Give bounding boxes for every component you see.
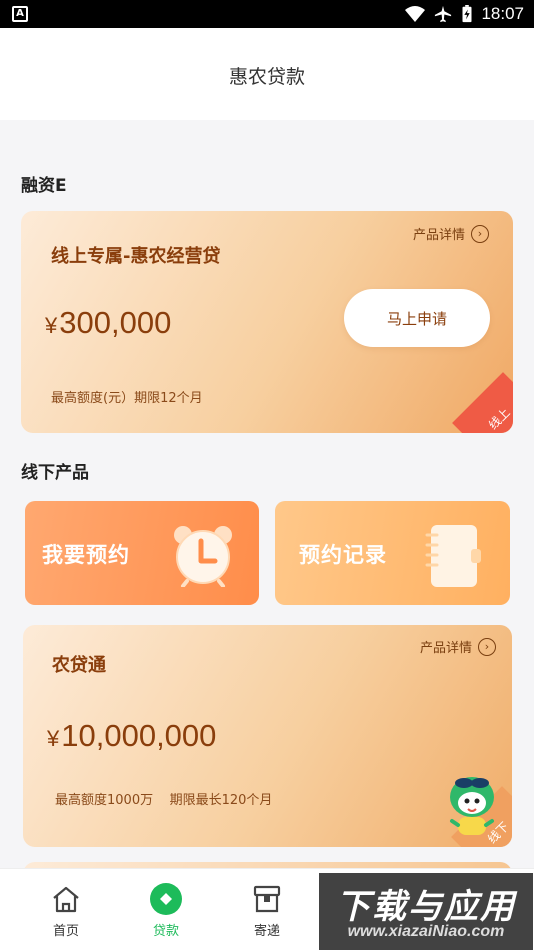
parcel-icon: [251, 883, 283, 915]
product-details-label: 产品详情: [419, 641, 472, 656]
chevron-right-icon: ›: [471, 224, 489, 243]
status-bar: A 18:07: [0, 0, 534, 28]
online-loan-card[interactable]: 产品详情 › 线上专属-惠农经营贷 ¥300,000 最高额度(元）期限12个月…: [21, 211, 513, 433]
battery-charging-icon: [462, 5, 472, 23]
book-appointment-label: 我要预约: [42, 543, 130, 567]
appointment-records-tile[interactable]: 预约记录: [275, 501, 510, 605]
chevron-right-icon: ›: [478, 637, 496, 656]
currency-symbol: ¥: [47, 726, 60, 751]
notification-a-icon: A: [12, 6, 28, 22]
nav-item-parcel[interactable]: 寄递: [232, 883, 302, 939]
app-header: 惠农贷款: [0, 28, 534, 120]
section-title-offline: 线下产品: [21, 463, 89, 483]
clock-time: 18:07: [481, 4, 524, 23]
online-loan-amount: ¥300,000: [45, 305, 171, 341]
home-icon: [50, 883, 82, 915]
alarm-clock-icon: [174, 526, 232, 587]
appointment-records-label: 预约记录: [299, 543, 387, 567]
status-icons: 18:07: [405, 0, 524, 28]
amount-value: 300,000: [59, 305, 172, 340]
offline-product-details-link[interactable]: 产品详情 ›: [420, 637, 496, 656]
online-product-details-link[interactable]: 产品详情 ›: [413, 224, 489, 243]
page-title: 惠农贷款: [228, 66, 305, 88]
nav-label-parcel: 寄递: [253, 924, 280, 939]
currency-symbol: ¥: [45, 313, 58, 338]
watermark-url: www.xiazaiNiao.com: [347, 923, 505, 940]
watermark-title: 下载与应用: [336, 887, 516, 927]
apply-now-button[interactable]: 马上申请: [344, 289, 490, 347]
notebook-icon: [425, 525, 481, 587]
section-title-financing: 融资E: [21, 176, 67, 196]
amount-value: 10,000,000: [61, 718, 217, 753]
watermark-logo: 下载与应用 www.xiazaiNiao.com: [319, 873, 533, 950]
wifi-icon: [405, 6, 426, 22]
offline-loan-amount: ¥10,000,000: [47, 718, 216, 754]
nav-label-loan: 贷款: [152, 924, 179, 939]
online-loan-terms: 最高额度(元）期限12个月: [51, 391, 203, 406]
nav-item-home[interactable]: 首页: [31, 883, 101, 939]
book-appointment-tile[interactable]: 我要预约: [25, 501, 259, 605]
product-details-label: 产品详情: [412, 228, 465, 243]
airplane-icon: [435, 5, 452, 23]
loan-icon: [150, 883, 182, 915]
nav-item-loan[interactable]: 贷款: [131, 883, 201, 939]
nav-label-home: 首页: [52, 924, 79, 939]
online-loan-name: 线上专属-惠农经营贷: [51, 246, 221, 267]
offline-loan-name: 农贷通: [52, 655, 106, 676]
offline-loan-terms: 最高额度1000万 期限最长120个月: [55, 793, 273, 808]
offline-loan-card[interactable]: 产品详情 › 农贷通 ¥10,000,000 最高额度1000万 期限最长120…: [23, 625, 512, 847]
